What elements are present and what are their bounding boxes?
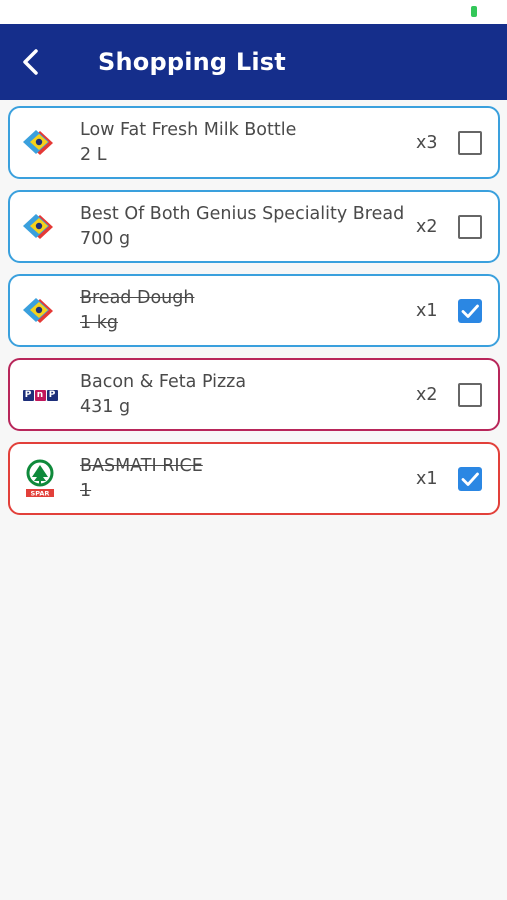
app-bar: Shopping List bbox=[0, 24, 507, 100]
checkers-logo bbox=[18, 292, 62, 330]
item-quantity: x3 bbox=[416, 133, 438, 153]
status-bar bbox=[0, 0, 507, 24]
item-quantity: x1 bbox=[416, 469, 438, 489]
list-item[interactable]: Low Fat Fresh Milk Bottle 2 L x3 bbox=[8, 106, 500, 179]
list-item[interactable]: Bread Dough 1 kg x1 bbox=[8, 274, 500, 347]
list-item[interactable]: Best Of Both Genius Speciality Bread 700… bbox=[8, 190, 500, 263]
item-checkbox-checked[interactable] bbox=[458, 467, 482, 491]
checkmark-icon bbox=[461, 304, 479, 318]
item-name: Low Fat Fresh Milk Bottle bbox=[80, 120, 297, 140]
item-size: 2 L bbox=[80, 145, 107, 165]
item-size: 1 bbox=[80, 481, 92, 501]
back-button[interactable] bbox=[0, 24, 62, 100]
pnp-logo: P n P bbox=[18, 376, 62, 414]
item-name: BASMATI RICE bbox=[80, 456, 203, 476]
chevron-left-icon bbox=[23, 49, 38, 75]
item-quantity: x1 bbox=[416, 301, 438, 321]
item-checkbox[interactable] bbox=[458, 131, 482, 155]
item-name: Bread Dough bbox=[80, 288, 195, 308]
list-item[interactable]: SPAR BASMATI RICE 1 x1 bbox=[8, 442, 500, 515]
item-checkbox[interactable] bbox=[458, 215, 482, 239]
page-title: Shopping List bbox=[98, 48, 286, 76]
item-size: 1 kg bbox=[80, 313, 118, 333]
pnp-letter: P bbox=[46, 389, 58, 401]
spar-logo: SPAR bbox=[18, 459, 62, 498]
item-checkbox-checked[interactable] bbox=[458, 299, 482, 323]
spar-logo-text: SPAR bbox=[31, 490, 50, 498]
checkers-diamond-icon bbox=[23, 214, 53, 239]
checkers-logo bbox=[18, 208, 62, 246]
item-quantity: x2 bbox=[416, 217, 438, 237]
item-name: Best Of Both Genius Speciality Bread bbox=[80, 204, 405, 224]
item-name: Bacon & Feta Pizza bbox=[80, 372, 247, 392]
shopping-list: Low Fat Fresh Milk Bottle 2 L x3 Best Of… bbox=[8, 106, 500, 526]
checkers-logo bbox=[18, 124, 62, 162]
item-checkbox[interactable] bbox=[458, 383, 482, 407]
item-size: 700 g bbox=[80, 229, 131, 249]
spar-tree-icon: SPAR bbox=[26, 459, 54, 498]
item-quantity: x2 bbox=[416, 385, 438, 405]
checkers-diamond-icon bbox=[23, 298, 53, 323]
checkers-diamond-icon bbox=[23, 130, 53, 155]
battery-icon bbox=[471, 6, 477, 17]
item-size: 431 g bbox=[80, 397, 131, 417]
checkmark-icon bbox=[461, 472, 479, 486]
pnp-letter: P bbox=[22, 389, 34, 401]
pnp-letter: n bbox=[34, 389, 46, 401]
list-item[interactable]: P n P Bacon & Feta Pizza 431 g x2 bbox=[8, 358, 500, 431]
